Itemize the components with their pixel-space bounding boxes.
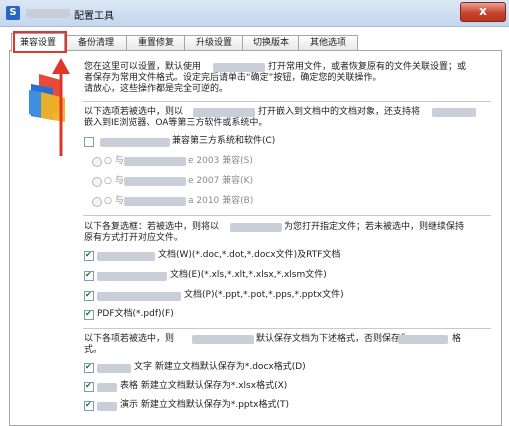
save-xlsx-checkbox[interactable] <box>84 381 94 392</box>
redacted-text <box>398 335 448 344</box>
tab-upgrade[interactable]: 升级设置 <box>184 35 244 51</box>
assoc-pdf-label: PDF文档(*.pdf)(F) <box>97 309 174 319</box>
redacted-text <box>213 63 265 72</box>
redacted-app-name <box>26 9 70 18</box>
redacted-text <box>97 252 155 261</box>
embed-text-line2: 嵌入到IE浏览器、OA等第三方软件或系统中。 <box>84 118 268 128</box>
redacted-text <box>124 197 186 206</box>
assoc-text-line1b: 为您打开指定文件；若未被选中，则继续保持 <box>284 222 465 232</box>
redacted-text <box>432 108 476 117</box>
assoc-presentation-checkbox[interactable] <box>84 290 94 301</box>
assoc-pdf-checkbox[interactable] <box>84 309 94 320</box>
assoc-spreadsheet-label: 文档(E)(*.xls,*.xlt,*.xlsx,*.xlsm文件) <box>170 270 327 280</box>
app-icon: S <box>6 6 20 20</box>
redacted-text <box>100 138 170 147</box>
redacted-text <box>97 383 117 392</box>
compat-radio-prefix: ○ 与 <box>104 196 124 206</box>
save-xlsx-label: 表格 新建立文档默认保存为*.xlsx格式(X) <box>120 381 288 391</box>
save-text-line2: 式。 <box>84 345 103 355</box>
compat-2010-label: a 2010 兼容(B) <box>188 196 254 206</box>
divider <box>83 215 491 216</box>
assoc-writer-checkbox[interactable] <box>84 250 94 261</box>
tab-backup[interactable]: 备份清理 <box>64 35 128 51</box>
save-docx-label: 文字 新建立文档默认保存为*.docx格式(D) <box>134 362 306 372</box>
redacted-text <box>97 272 167 281</box>
compat-2003-radio[interactable] <box>92 157 102 167</box>
assoc-presentation-label: 文档(P)(*.ppt,*.pot,*.pps,*.pptx文件) <box>184 290 344 300</box>
redacted-text <box>97 364 131 373</box>
intro-text-line1b: 打开常用文件，或者恢复原有的文件关联设置；或 <box>268 62 467 72</box>
save-text-line1c: 格 <box>452 334 462 344</box>
tab-reset[interactable]: 重置修复 <box>126 35 186 51</box>
divider <box>83 101 491 102</box>
compat-radio-prefix: ○ 与 <box>104 156 124 166</box>
compat-radio-prefix: ○ 与 <box>104 176 124 186</box>
divider <box>83 328 491 329</box>
save-docx-checkbox[interactable] <box>84 362 94 373</box>
assoc-spreadsheet-checkbox[interactable] <box>84 270 94 281</box>
window-title: 配置工具 <box>74 11 114 22</box>
compat-2010-radio[interactable] <box>92 197 102 207</box>
compat-2007-radio[interactable] <box>92 177 102 187</box>
redacted-text <box>192 335 254 344</box>
assoc-writer-label: 文档(W)(*.doc,*.dot,*.docx文件)及RTF文档 <box>158 250 341 260</box>
compat-2007-label: e 2007 兼容(K) <box>188 176 254 186</box>
redacted-text <box>230 223 282 232</box>
save-text-line1a: 以下各项若被选中，则 <box>84 334 175 344</box>
title-bar: S 配置工具 x <box>0 0 509 27</box>
redacted-text <box>97 402 117 411</box>
save-pptx-checkbox[interactable] <box>84 400 94 411</box>
compat-third-party-label: 兼容第三方系统和软件(C) <box>172 136 276 146</box>
redacted-text <box>193 108 255 117</box>
redacted-text <box>97 292 181 301</box>
redacted-text <box>124 157 186 166</box>
intro-text-line2: 者保存为常用文件格式。设定完后请单击“确定”按钮，确定您的关联操作。 <box>84 73 382 83</box>
compat-third-party-checkbox[interactable] <box>84 137 94 147</box>
close-button[interactable]: x <box>460 2 506 22</box>
compat-2003-label: e 2003 兼容(S) <box>188 156 253 166</box>
highlight-box <box>13 31 67 53</box>
assoc-text-line2: 原有方式打开对应文件。 <box>84 233 184 243</box>
save-pptx-label: 演示 新建立文档默认保存为*.pptx格式(T) <box>120 400 290 410</box>
embed-text-line1b: 打开嵌入到文档中的文档对象，还支持将 <box>258 107 421 117</box>
tab-other[interactable]: 其他选项 <box>298 35 358 51</box>
save-text-line1b: 默认保存文档为下述格式，否则保存为 <box>256 334 410 344</box>
tab-switch-version[interactable]: 切换版本 <box>242 35 300 51</box>
intro-text-line3: 请放心，这些操作都是完全可逆的。 <box>84 84 229 94</box>
annotation-arrow-icon <box>52 58 70 156</box>
redacted-text <box>124 177 186 186</box>
assoc-text-line1a: 以下各复选框：若被选中，则将以 <box>84 222 220 232</box>
intro-text-line1a: 您在这里可以设置，默认使用 <box>84 62 202 72</box>
embed-text-line1a: 以下选项若被选中，则以 <box>84 107 184 117</box>
